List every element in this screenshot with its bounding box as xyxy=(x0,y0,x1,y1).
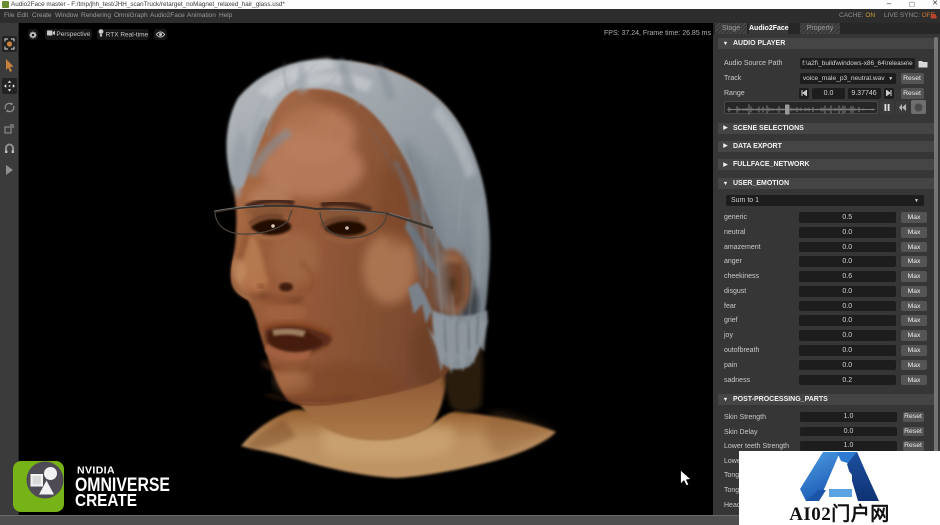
svg-text:CREATE: CREATE xyxy=(75,490,137,510)
